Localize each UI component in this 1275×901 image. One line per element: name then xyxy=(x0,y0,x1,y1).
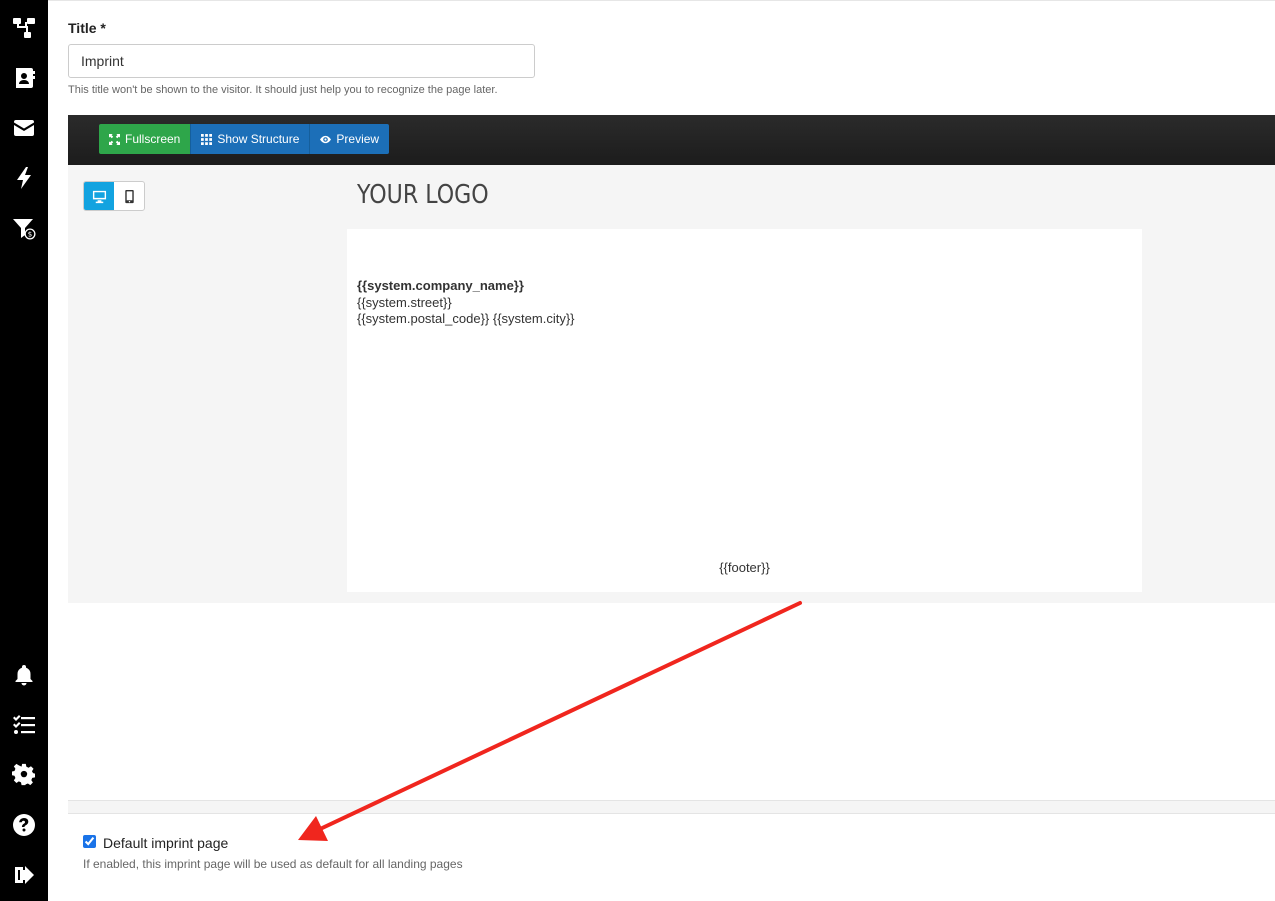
mobile-view-button[interactable] xyxy=(114,182,144,210)
fullscreen-button[interactable]: Fullscreen xyxy=(99,124,191,154)
gear-icon[interactable] xyxy=(9,760,39,790)
show-structure-label: Show Structure xyxy=(217,132,300,146)
top-divider xyxy=(48,0,1275,1)
default-imprint-label[interactable]: Default imprint page xyxy=(103,835,228,851)
envelope-icon[interactable] xyxy=(9,113,39,143)
preview-button[interactable]: Preview xyxy=(309,124,390,154)
help-circle-icon[interactable] xyxy=(9,810,39,840)
imprint-content-block[interactable]: {{system.company_name}} {{system.street}… xyxy=(347,229,1142,592)
address-block: {{system.company_name}} {{system.street}… xyxy=(357,278,575,328)
title-input[interactable] xyxy=(68,44,535,78)
preview-label: Preview xyxy=(336,132,380,146)
postal-city-placeholder: {{system.postal_code}} {{system.city}} xyxy=(357,311,575,326)
desktop-view-button[interactable] xyxy=(84,182,114,210)
task-list-icon[interactable] xyxy=(9,710,39,740)
device-toggle xyxy=(83,181,145,211)
eye-icon xyxy=(320,135,332,143)
logo-placeholder[interactable]: YOUR LOGO xyxy=(357,180,489,210)
section-divider xyxy=(68,800,1275,814)
desktop-icon xyxy=(92,190,106,203)
show-structure-button[interactable]: Show Structure xyxy=(190,124,310,154)
editor-toolbar: Fullscreen Show Structure Preview xyxy=(68,115,1275,165)
default-imprint-checkbox[interactable] xyxy=(83,834,96,848)
bell-icon[interactable] xyxy=(9,660,39,690)
footer-placeholder: {{footer}} xyxy=(719,560,770,575)
title-label: Title * xyxy=(68,20,106,36)
svg-text:$: $ xyxy=(28,231,32,239)
default-imprint-help: If enabled, this imprint page will be us… xyxy=(83,857,463,871)
toolbar-button-group: Fullscreen Show Structure Preview xyxy=(99,124,390,154)
company-name-placeholder: {{system.company_name}} xyxy=(357,278,524,293)
logout-icon[interactable] xyxy=(9,860,39,890)
contacts-book-icon[interactable] xyxy=(9,63,39,93)
fullscreen-label: Fullscreen xyxy=(125,132,181,146)
grid-icon xyxy=(201,133,213,145)
funnel-dollar-icon[interactable]: $ xyxy=(9,213,39,243)
expand-icon xyxy=(109,133,120,145)
mobile-phone-icon xyxy=(124,189,134,203)
sidebar: $ xyxy=(0,0,48,901)
street-placeholder: {{system.street}} xyxy=(357,294,452,310)
default-imprint-row: Default imprint page xyxy=(83,833,228,851)
bolt-icon[interactable] xyxy=(9,163,39,193)
sitemap-icon[interactable] xyxy=(9,13,39,43)
title-help-text: This title won't be shown to the visitor… xyxy=(68,84,498,96)
